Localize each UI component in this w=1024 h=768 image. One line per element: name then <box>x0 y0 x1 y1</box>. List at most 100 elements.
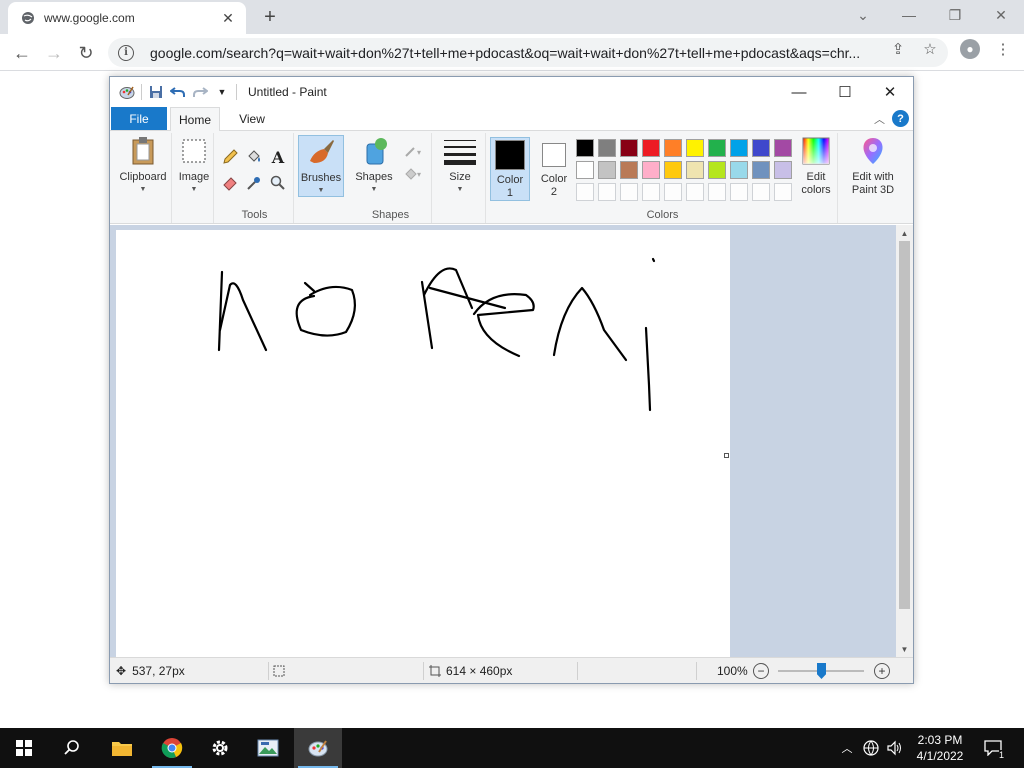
share-icon[interactable]: ⇪ <box>889 40 907 58</box>
restore-button[interactable]: ❐ <box>932 0 978 30</box>
back-button[interactable]: ← <box>8 39 36 67</box>
bookmark-star-icon[interactable]: ☆ <box>921 40 939 58</box>
zoom-out-button[interactable]: − <box>753 663 769 679</box>
custom-color-slot[interactable] <box>642 183 660 201</box>
color-swatch[interactable] <box>576 161 594 179</box>
new-tab-button[interactable]: + <box>258 6 282 28</box>
settings-button[interactable] <box>196 728 244 768</box>
custom-color-slot[interactable] <box>774 183 792 201</box>
fill-icon[interactable]: ▾ <box>402 163 428 183</box>
paint-maximize-button[interactable]: ☐ <box>822 77 868 107</box>
tab-close-icon[interactable]: ✕ <box>220 10 236 26</box>
color-swatch[interactable] <box>752 139 770 157</box>
custom-color-slot[interactable] <box>686 183 704 201</box>
custom-color-slot[interactable] <box>664 183 682 201</box>
edit-with-paint3d-button[interactable]: Edit with Paint 3D <box>844 135 902 203</box>
clipboard-button[interactable]: Clipboard ▼ <box>116 135 170 203</box>
network-icon[interactable] <box>861 728 881 768</box>
color-swatch[interactable] <box>642 139 660 157</box>
customize-qat-icon[interactable]: ▼ <box>211 81 233 103</box>
forward-button[interactable]: → <box>40 39 68 67</box>
outline-icon[interactable]: ▾ <box>402 141 428 161</box>
zoom-in-button[interactable]: + <box>874 663 890 679</box>
color1-button[interactable]: Color 1 <box>490 137 530 201</box>
vertical-scrollbar[interactable]: ▲ ▼ <box>896 225 913 657</box>
minimize-button[interactable]: — <box>886 0 932 30</box>
color-swatch[interactable] <box>664 161 682 179</box>
custom-color-slot[interactable] <box>708 183 726 201</box>
close-window-button[interactable]: ✕ <box>978 0 1024 30</box>
paint-icon <box>308 740 328 757</box>
custom-color-slot[interactable] <box>620 183 638 201</box>
size-button[interactable]: Size ▼ <box>438 135 482 203</box>
browser-tab[interactable]: www.google.com ✕ <box>8 2 246 34</box>
shapes-button[interactable]: Shapes ▼ <box>352 135 396 203</box>
undo-icon[interactable] <box>167 81 189 103</box>
image-button[interactable]: Image ▼ <box>174 135 214 203</box>
edit-colors-button[interactable]: Edit colors <box>796 135 836 203</box>
color-swatch[interactable] <box>774 161 792 179</box>
tab-view[interactable]: View <box>228 107 276 130</box>
eraser-icon[interactable] <box>220 173 240 193</box>
custom-color-slot[interactable] <box>598 183 616 201</box>
custom-color-slot[interactable] <box>730 183 748 201</box>
color-swatch[interactable] <box>686 139 704 157</box>
image-app-button[interactable] <box>244 728 292 768</box>
paint-minimize-button[interactable]: — <box>776 77 822 107</box>
color-swatch[interactable] <box>620 161 638 179</box>
tab-search-icon[interactable]: ⌄ <box>840 0 886 30</box>
menu-dots-icon[interactable]: ⋮ <box>994 40 1012 58</box>
tab-home[interactable]: Home <box>170 107 220 131</box>
color2-button[interactable]: Color 2 <box>534 137 574 201</box>
color-swatch[interactable] <box>730 139 748 157</box>
magnifier-icon[interactable] <box>268 173 288 193</box>
redo-icon[interactable] <box>189 81 211 103</box>
taskbar-clock[interactable]: 2:03 PM 4/1/2022 <box>905 728 975 768</box>
address-url[interactable]: google.com/search?q=wait+wait+don%27t+te… <box>150 45 890 61</box>
color-swatch[interactable] <box>730 161 748 179</box>
color-swatch[interactable] <box>752 161 770 179</box>
profile-avatar-icon[interactable]: ● <box>960 39 980 59</box>
drawing-canvas[interactable] <box>116 230 730 657</box>
scroll-up-icon[interactable]: ▲ <box>896 225 913 241</box>
text-tool-icon[interactable]: A <box>268 147 288 167</box>
notification-center-icon[interactable]: 1 <box>980 728 1006 768</box>
collapse-ribbon-icon[interactable]: ︿ <box>874 111 885 127</box>
paint-close-button[interactable]: ✕ <box>867 77 913 107</box>
color-swatch[interactable] <box>620 139 638 157</box>
zoom-slider-thumb[interactable] <box>817 663 826 679</box>
custom-color-slot[interactable] <box>752 183 770 201</box>
info-icon[interactable]: i <box>118 44 134 61</box>
color-swatch[interactable] <box>642 161 660 179</box>
pencil-icon[interactable] <box>220 147 240 167</box>
start-button[interactable] <box>0 728 48 768</box>
paint-taskbar-button[interactable] <box>294 728 342 768</box>
volume-icon[interactable] <box>884 728 904 768</box>
color-picker-icon[interactable] <box>244 173 264 193</box>
resize-handle[interactable] <box>724 453 729 458</box>
color-swatch[interactable] <box>664 139 682 157</box>
help-icon[interactable]: ? <box>892 110 909 127</box>
color-swatch[interactable] <box>686 161 704 179</box>
brushes-button[interactable]: Brushes ▼ <box>298 135 344 197</box>
paint-app-icon[interactable] <box>116 81 138 103</box>
fill-bucket-icon[interactable] <box>244 147 264 167</box>
color-swatch[interactable] <box>774 139 792 157</box>
tab-file[interactable]: File <box>111 107 167 130</box>
color-swatch[interactable] <box>708 161 726 179</box>
save-icon[interactable] <box>145 81 167 103</box>
show-hidden-icons[interactable]: ︿ <box>838 728 856 768</box>
reload-button[interactable]: ↻ <box>72 39 100 67</box>
color-swatch[interactable] <box>598 139 616 157</box>
color-swatch[interactable] <box>576 139 594 157</box>
scrollbar-thumb[interactable] <box>899 241 910 609</box>
scroll-down-icon[interactable]: ▼ <box>896 641 913 657</box>
color-swatch[interactable] <box>598 161 616 179</box>
custom-color-slot[interactable] <box>576 183 594 201</box>
chrome-button[interactable] <box>148 728 196 768</box>
color2-label: Color 2 <box>540 173 568 198</box>
address-bar[interactable]: i google.com/search?q=wait+wait+don%27t+… <box>108 38 948 67</box>
search-button[interactable] <box>48 728 96 768</box>
file-explorer-button[interactable] <box>98 728 146 768</box>
color-swatch[interactable] <box>708 139 726 157</box>
